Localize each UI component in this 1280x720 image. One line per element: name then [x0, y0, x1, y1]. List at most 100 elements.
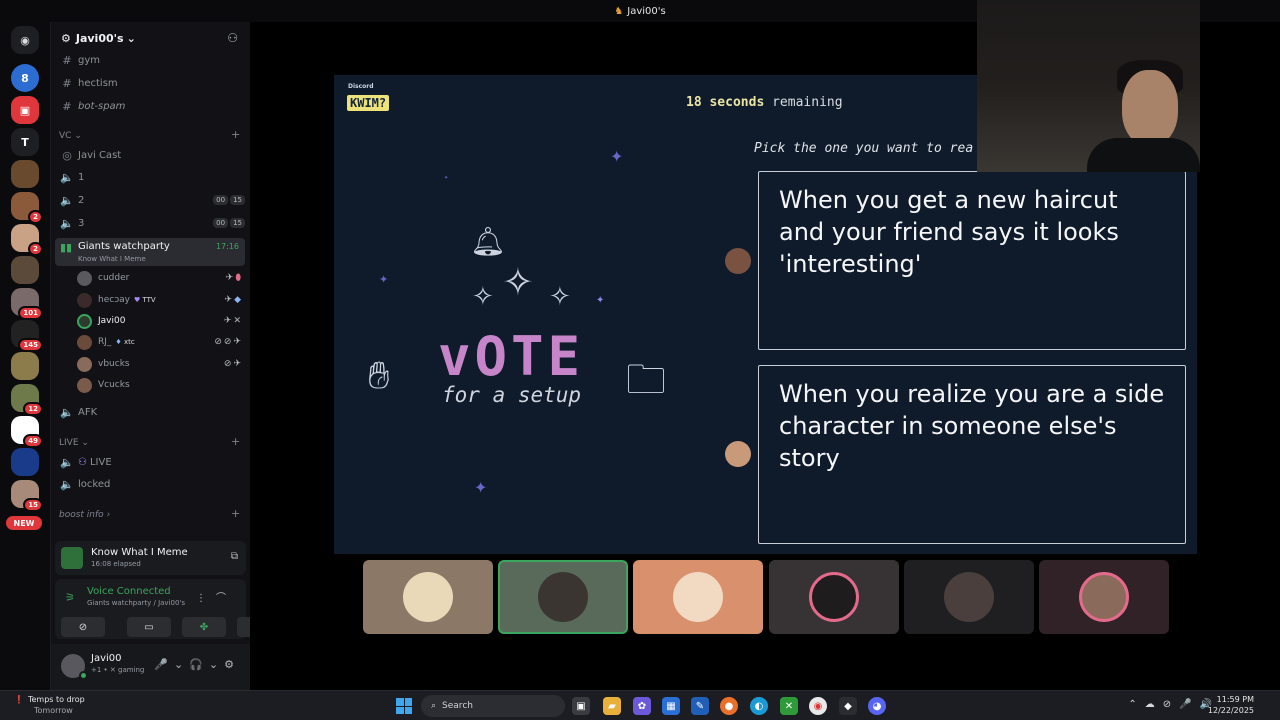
- vote-timer: 18 seconds remaining: [686, 95, 843, 110]
- camera-off-button[interactable]: ⊘: [61, 617, 105, 637]
- participant-tile[interactable]: [633, 560, 763, 634]
- app-icon[interactable]: ◆: [839, 697, 857, 715]
- channel-gym[interactable]: # gym: [59, 50, 245, 70]
- voice-channel-2[interactable]: 🔈 2 00 15: [59, 190, 245, 210]
- stage-icon: ◎: [62, 148, 72, 162]
- sparkle-icon: ✦: [444, 175, 449, 181]
- user-limit-pill: 00 15: [213, 195, 245, 205]
- system-tray[interactable]: ⌃☁⊘🎤🔊: [1128, 699, 1220, 710]
- server-menu-icon: ⚙: [61, 31, 71, 45]
- voice-channel-locked[interactable]: 🔈 locked: [59, 474, 245, 494]
- discord-home-icon[interactable]: ◉: [11, 26, 39, 54]
- user-limit-pill: 00 15: [213, 218, 245, 228]
- speaker-icon: 🔈: [60, 170, 74, 184]
- clock[interactable]: 11:59 PM 12/22/2025: [1208, 694, 1254, 716]
- avatar: [77, 356, 92, 372]
- edge-icon[interactable]: ◐: [750, 697, 768, 715]
- discord-brand: Discord: [348, 83, 374, 90]
- activity-icons: ✈⬮: [225, 273, 243, 283]
- server-icon-2[interactable]: ▣: [11, 96, 39, 124]
- voice-channel-live[interactable]: 🔈 ⚇ LIVE: [59, 452, 245, 472]
- channel-hectism[interactable]: # hectism: [59, 73, 245, 93]
- participant-tile[interactable]: [363, 560, 493, 634]
- member-rj[interactable]: RJ_ ♦ xtc ⊘⊘✈: [77, 332, 243, 352]
- voice-channel-javi-cast[interactable]: ◎ Javi Cast: [59, 145, 245, 165]
- server-icon-14[interactable]: 15: [11, 480, 43, 512]
- participant-tile[interactable]: [1039, 560, 1169, 634]
- hand-icon: ✋︎: [368, 353, 390, 397]
- participant-tile[interactable]: [904, 560, 1034, 634]
- server-icon-6[interactable]: 2: [11, 224, 43, 256]
- weather-widget[interactable]: ❗ Temps to drop Tomorrow: [14, 694, 85, 716]
- participant-tile[interactable]: [769, 560, 899, 634]
- screen-share-button[interactable]: ▭: [127, 617, 171, 637]
- activity-icons: ✈✕: [223, 316, 243, 326]
- avatar: [1079, 572, 1129, 622]
- avatar: [538, 572, 588, 622]
- server-icon-1[interactable]: 8: [11, 64, 39, 92]
- editor-icon[interactable]: ✎: [691, 697, 709, 715]
- noise-and-disconnect-icons[interactable]: ⋮⌒: [196, 589, 236, 604]
- create-channel-icon[interactable]: +: [231, 507, 240, 520]
- activity-icons: ⊘✈: [223, 359, 243, 369]
- discord-taskbar-icon[interactable]: ◕: [868, 697, 886, 715]
- sparkle-cluster-icon: ✧: [502, 260, 534, 304]
- new-servers-pill[interactable]: NEW: [6, 516, 42, 530]
- server-icon-4[interactable]: [11, 160, 39, 188]
- folder-icon: 🗀: [626, 357, 666, 403]
- vote-option-1[interactable]: When you get a new haircut and your frie…: [758, 171, 1186, 350]
- user-panel: Javi00 +1 • ✕ gaming 🎤⌄🎧⌄⚙: [51, 644, 250, 690]
- server-icon-11[interactable]: 12: [11, 384, 43, 416]
- server-icon-5[interactable]: 2: [11, 192, 43, 224]
- participant-tile-speaking[interactable]: [498, 560, 628, 634]
- member-javi00[interactable]: Javi00 ✈✕: [77, 311, 243, 331]
- store-icon[interactable]: ▦: [662, 697, 680, 715]
- popout-icon[interactable]: ⧉: [231, 551, 238, 562]
- avatar: [77, 292, 92, 308]
- avatar: [944, 572, 994, 622]
- create-channel-icon[interactable]: +: [231, 435, 240, 448]
- taskbar-search[interactable]: ⌕ Search: [421, 695, 565, 717]
- category-boost-info[interactable]: boost info ›: [59, 510, 110, 520]
- task-view-icon[interactable]: ▣: [572, 697, 590, 715]
- server-icon-8[interactable]: 101: [11, 288, 43, 320]
- activity-panel[interactable]: Know What I Meme 16:08 elapsed ⧉: [55, 541, 246, 575]
- voice-channel-1[interactable]: 🔈 1: [59, 167, 245, 187]
- create-channel-icon[interactable]: +: [231, 128, 240, 141]
- user-controls[interactable]: 🎤⌄🎧⌄⚙: [154, 658, 240, 671]
- member-vcucks[interactable]: Vcucks: [77, 375, 243, 395]
- active-voice-channel[interactable]: ▮▮ Giants watchparty Know What I Meme 17…: [55, 238, 245, 266]
- group-icon: ⚇: [78, 456, 87, 468]
- avatar: [77, 270, 92, 286]
- category-vc[interactable]: VC ⌄: [59, 131, 82, 141]
- voice-status[interactable]: Voice Connected: [87, 586, 171, 597]
- server-icon-10[interactable]: [11, 352, 39, 380]
- member-vbucks[interactable]: vbucks ⊘✈: [77, 354, 243, 374]
- voice-channel-afk[interactable]: 🔈 AFK: [59, 402, 245, 422]
- vote-option-2[interactable]: When you realize you are a side characte…: [758, 365, 1186, 544]
- server-icon-13[interactable]: [11, 448, 39, 476]
- category-live[interactable]: LIVE ⌄: [59, 438, 89, 448]
- xbox-icon[interactable]: ✕: [780, 697, 798, 715]
- speaker-icon: 🔈: [60, 193, 74, 207]
- server-icon-12[interactable]: 49: [11, 416, 43, 448]
- avatar: [77, 377, 92, 393]
- avatar: [403, 572, 453, 622]
- member-tag: ♥ TTV: [133, 296, 156, 304]
- file-explorer-icon[interactable]: ▰: [603, 697, 621, 715]
- start-button[interactable]: [396, 698, 412, 714]
- firefox-icon[interactable]: ●: [720, 697, 738, 715]
- chrome-icon[interactable]: ◉: [809, 697, 827, 715]
- avatar: [77, 313, 92, 329]
- voice-connection-panel: ⚞ Voice Connected Giants watchparty / Ja…: [55, 579, 281, 639]
- copilot-icon[interactable]: ✿: [633, 697, 651, 715]
- invite-icon[interactable]: ⚇: [227, 31, 238, 45]
- member-hecoay[interactable]: hecɔay ♥ TTV ✈◆: [77, 290, 243, 310]
- server-icon-7[interactable]: [11, 256, 39, 284]
- member-cudder[interactable]: cudder ✈⬮: [77, 268, 243, 288]
- channel-bot-spam[interactable]: # bot-spam: [59, 96, 245, 116]
- voice-channel-3[interactable]: 🔈 3 00 15: [59, 213, 245, 233]
- server-icon-9[interactable]: 145: [11, 320, 43, 352]
- server-icon-3[interactable]: T: [11, 128, 39, 156]
- activities-button[interactable]: ✤: [182, 617, 226, 637]
